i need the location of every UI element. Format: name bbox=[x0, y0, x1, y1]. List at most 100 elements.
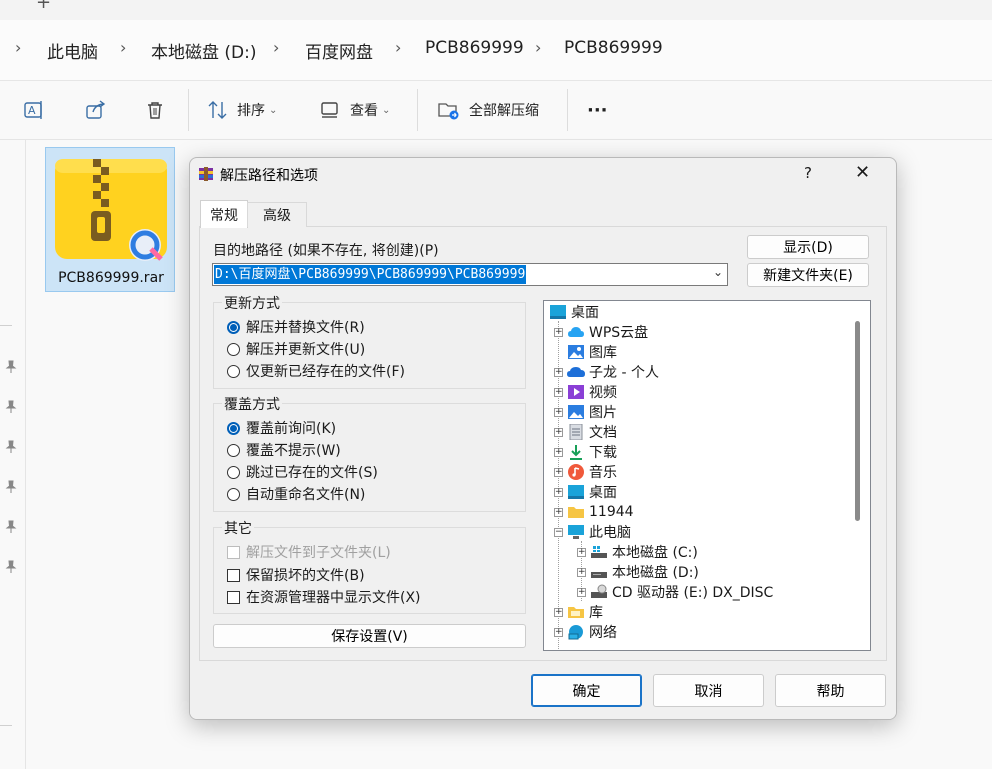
view-button[interactable]: 查看 ⌄ bbox=[320, 81, 390, 139]
pin-icon[interactable] bbox=[4, 440, 18, 454]
tree-node-cd-drive[interactable]: + CD 驱动器 (E:) DX_DISC bbox=[577, 582, 773, 602]
breadcrumb-baidu[interactable]: 百度网盘 bbox=[305, 38, 373, 63]
expand-icon[interactable]: + bbox=[554, 607, 563, 617]
chevron-right-icon[interactable]: › bbox=[273, 38, 279, 57]
tree-node-disk-d[interactable]: + 本地磁盘 (D:) bbox=[577, 562, 699, 582]
dialog-footer: 确定 取消 帮助 bbox=[190, 662, 896, 719]
delete-button[interactable] bbox=[145, 81, 165, 139]
save-settings-button[interactable]: 保存设置(V) bbox=[213, 624, 526, 648]
radio-extract-update[interactable]: 解压并更新文件(U) bbox=[227, 339, 365, 359]
chevron-right-icon[interactable]: › bbox=[395, 38, 401, 57]
chevron-right-icon[interactable]: › bbox=[15, 38, 21, 57]
tab-general[interactable]: 常规 bbox=[200, 200, 248, 228]
expand-icon[interactable]: + bbox=[577, 587, 586, 597]
expand-icon[interactable]: + bbox=[554, 507, 563, 517]
toolbar-separator bbox=[188, 89, 189, 131]
breadcrumb-this-pc[interactable]: 此电脑 bbox=[47, 38, 98, 63]
tree-node-label: 本地磁盘 (D:) bbox=[612, 565, 699, 581]
expand-icon[interactable]: + bbox=[554, 367, 563, 377]
breadcrumb-disk-d[interactable]: 本地磁盘 (D:) bbox=[151, 38, 257, 63]
tree-node-videos[interactable]: + 视频 bbox=[554, 382, 617, 402]
tree-node-label: 库 bbox=[589, 605, 603, 621]
folder-tree[interactable]: 桌面 + WPS云盘 图库 + 子龙 - 个人 + 视频 + 图片 + 文档 +… bbox=[543, 300, 871, 651]
breadcrumb-folder-1[interactable]: PCB869999 bbox=[425, 38, 524, 58]
tree-node-gallery[interactable]: 图库 bbox=[567, 342, 617, 362]
expand-icon[interactable]: + bbox=[554, 427, 563, 437]
new-folder-button[interactable]: 新建文件夹(E) bbox=[747, 263, 869, 287]
radio-button[interactable] bbox=[227, 487, 240, 501]
radio-auto-rename[interactable]: 自动重命名文件(N) bbox=[227, 484, 365, 504]
tree-node-music[interactable]: + 音乐 bbox=[554, 462, 617, 482]
tree-node-onedrive[interactable]: + 子龙 - 个人 bbox=[554, 362, 659, 382]
pin-icon[interactable] bbox=[4, 360, 18, 374]
share-button[interactable] bbox=[85, 81, 107, 139]
ok-button[interactable]: 确定 bbox=[531, 674, 642, 707]
radio-update-existing[interactable]: 仅更新已经存在的文件(F) bbox=[227, 361, 405, 381]
radio-button[interactable] bbox=[227, 465, 240, 479]
destination-path-combo[interactable]: D:\百度网盘\PCB869999\PCB869999\PCB869999 ⌄ bbox=[212, 263, 728, 286]
radio-button[interactable] bbox=[227, 364, 240, 378]
tree-node-downloads[interactable]: + 下载 bbox=[554, 442, 617, 462]
tree-node-this-pc[interactable]: − 此电脑 bbox=[554, 522, 631, 542]
pin-icon[interactable] bbox=[4, 560, 18, 574]
tree-node-desktop[interactable]: + 桌面 bbox=[554, 482, 617, 502]
tree-node-root[interactable]: 桌面 bbox=[549, 302, 599, 322]
expand-icon[interactable]: + bbox=[554, 487, 563, 497]
pin-icon[interactable] bbox=[4, 480, 18, 494]
new-tab-button[interactable]: + bbox=[36, 0, 51, 13]
chevron-down-icon[interactable]: ⌄ bbox=[713, 265, 723, 279]
expand-icon[interactable]: + bbox=[554, 407, 563, 417]
expand-icon[interactable]: + bbox=[554, 627, 563, 637]
radio-button[interactable] bbox=[227, 443, 240, 457]
address-bar[interactable]: › 此电脑 › 本地磁盘 (D:) › 百度网盘 › PCB869999 › P… bbox=[0, 20, 992, 81]
checkbox[interactable] bbox=[227, 568, 240, 582]
share-icon bbox=[86, 100, 106, 119]
pin-icon[interactable] bbox=[4, 400, 18, 414]
collapse-icon[interactable]: − bbox=[554, 527, 563, 537]
tree-node-disk-c[interactable]: + 本地磁盘 (C:) bbox=[577, 542, 698, 562]
checkbox[interactable] bbox=[227, 590, 240, 604]
tree-node-11944[interactable]: + 11944 bbox=[554, 502, 634, 522]
checkbox-show-in-explorer[interactable]: 在资源管理器中显示文件(X) bbox=[227, 587, 421, 607]
radio-ask-before-overwrite[interactable]: 覆盖前询问(K) bbox=[227, 418, 336, 438]
tree-node-wps[interactable]: + WPS云盘 bbox=[554, 322, 648, 342]
sort-icon bbox=[208, 101, 227, 119]
radio-button[interactable] bbox=[227, 320, 240, 334]
radio-button[interactable] bbox=[227, 421, 240, 435]
tree-scrollbar-thumb[interactable] bbox=[855, 321, 860, 521]
help-dialog-button[interactable]: 帮助 bbox=[775, 674, 886, 707]
radio-extract-replace[interactable]: 解压并替换文件(R) bbox=[227, 317, 365, 337]
breadcrumb-folder-2[interactable]: PCB869999 bbox=[564, 38, 663, 58]
checkbox-keep-broken[interactable]: 保留损坏的文件(B) bbox=[227, 565, 365, 585]
tree-node-library[interactable]: + 库 bbox=[554, 602, 603, 622]
more-options-button[interactable]: ··· bbox=[587, 81, 608, 139]
tree-node-pictures[interactable]: + 图片 bbox=[554, 402, 617, 422]
expand-icon[interactable]: + bbox=[577, 547, 586, 557]
tab-advanced[interactable]: 高级 bbox=[247, 202, 307, 227]
extract-all-button[interactable]: 全部解压缩 bbox=[438, 81, 539, 139]
show-button[interactable]: 显示(D) bbox=[747, 235, 869, 259]
option-label: 在资源管理器中显示文件(X) bbox=[246, 590, 421, 606]
file-item-rar[interactable]: PCB869999.rar bbox=[45, 147, 175, 292]
tree-node-label: 下载 bbox=[589, 445, 617, 461]
expand-icon[interactable]: + bbox=[554, 387, 563, 397]
help-button[interactable]: ? bbox=[804, 164, 812, 182]
tree-node-documents[interactable]: + 文档 bbox=[554, 422, 617, 442]
radio-button[interactable] bbox=[227, 342, 240, 356]
chevron-right-icon[interactable]: › bbox=[535, 38, 541, 57]
expand-icon[interactable]: + bbox=[554, 447, 563, 457]
download-icon bbox=[570, 445, 582, 460]
close-button[interactable]: ✕ bbox=[855, 162, 870, 183]
pin-icon[interactable] bbox=[4, 520, 18, 534]
expand-icon[interactable]: + bbox=[554, 327, 563, 337]
rename-button[interactable]: A bbox=[24, 81, 46, 139]
cancel-button[interactable]: 取消 bbox=[653, 674, 764, 707]
chevron-right-icon[interactable]: › bbox=[120, 38, 126, 57]
radio-overwrite-silently[interactable]: 覆盖不提示(W) bbox=[227, 440, 341, 460]
file-name: PCB869999.rar bbox=[58, 270, 164, 286]
radio-skip-existing[interactable]: 跳过已存在的文件(S) bbox=[227, 462, 378, 482]
tree-node-network[interactable]: + 网络 bbox=[554, 622, 617, 642]
sort-button[interactable]: 排序 ⌄ bbox=[207, 81, 277, 139]
expand-icon[interactable]: + bbox=[554, 467, 563, 477]
expand-icon[interactable]: + bbox=[577, 567, 586, 577]
